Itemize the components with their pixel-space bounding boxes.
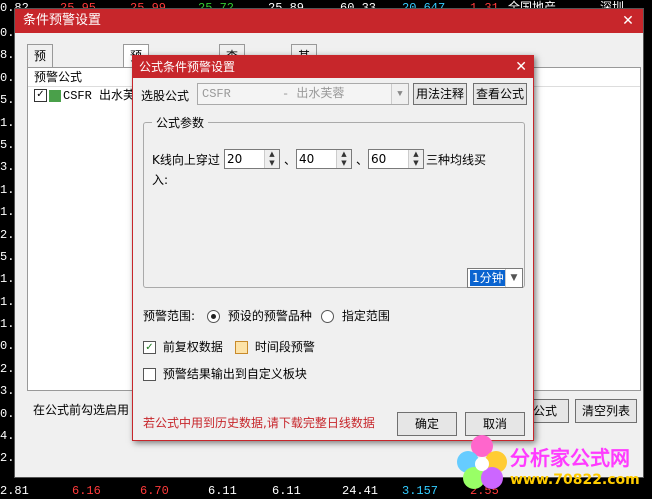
formula-name: - 出水芙蓉 [282, 87, 345, 101]
checkbox-unchecked-icon[interactable] [143, 368, 156, 381]
dialog-titlebar[interactable]: 公式条件预警设置 ✕ [133, 56, 533, 78]
param-stepper-3[interactable]: 60 ▲ ▼ [368, 149, 424, 169]
watermark-title: 分析家公式网 [510, 446, 630, 470]
quote-cell: 2. [0, 451, 15, 466]
quote-cell: 1. [0, 272, 15, 287]
checkbox-time-period[interactable]: 时间段预警 [235, 338, 315, 355]
alert-settings-titlebar[interactable]: 条件预警设置 ✕ [15, 9, 643, 33]
quote-cell: 1. [0, 294, 15, 309]
formula-select[interactable]: CSFR - 出水芙蓉 ▼ [197, 83, 409, 105]
history-data-warning: 若公式中用到历史数据,请下载完整日线数据 [143, 416, 375, 430]
close-icon[interactable]: ✕ [619, 9, 637, 33]
chevron-down-icon[interactable]: ▼ [505, 269, 522, 287]
timeframe-select[interactable]: 1分钟 ▼ [467, 268, 523, 288]
group-title: 公式参数 [152, 114, 209, 131]
checkbox-label: 时间段预警 [254, 340, 315, 354]
quote-cell: 2. [0, 361, 15, 376]
param-text-a: K线向上穿过 [152, 153, 220, 167]
watermark-logo: 分析家公式网 www.70822.com [450, 428, 650, 494]
chevron-down-icon[interactable]: ▼ [391, 84, 408, 104]
quote-cell: 0. [0, 26, 15, 40]
checkbox-label: 预警结果输出到自定义板块 [162, 367, 307, 381]
checkbox-unchecked-icon[interactable] [235, 341, 248, 354]
quote-cell: 5. [0, 137, 15, 152]
clear-list-button[interactable]: 清空列表 [575, 399, 637, 423]
flower-logo-icon [457, 435, 507, 489]
timeframe-value: 1分钟 [470, 270, 506, 286]
quote-cell: 1. [0, 317, 15, 332]
stepper-arrows-icon[interactable]: ▲ ▼ [408, 150, 423, 168]
checkbox-checked-icon[interactable]: ✓ [34, 89, 47, 103]
quote-left-column: 0. 8. 0. 5. 1. 5. 3. 1. 1. 2. 5. 1. 1. 1… [0, 22, 14, 470]
quote-cell: 0. [0, 406, 15, 421]
radio-unselected-icon[interactable] [321, 310, 334, 323]
stepper-arrows-icon[interactable]: ▲ ▼ [264, 150, 279, 168]
window-title: 条件预警设置 [23, 13, 102, 28]
checkbox-label: 前复权数据 [162, 340, 223, 354]
range-label: 预警范围: [143, 309, 196, 323]
quote-cell: 1. [0, 182, 15, 197]
checkbox-checked-icon[interactable]: ✓ [143, 341, 156, 354]
formula-code: CSFR [202, 87, 231, 101]
param-value: 40 [299, 152, 315, 166]
radio-label: 指定范围 [341, 309, 390, 323]
usage-notes-button[interactable]: 用法注释 [413, 83, 467, 105]
quote-cell: 1. [0, 115, 15, 130]
quote-cell: 5. [0, 93, 15, 108]
select-formula-label: 选股公式 [141, 89, 190, 103]
quote-cell: 1. [0, 205, 15, 220]
ok-button[interactable]: 确定 [397, 412, 457, 436]
quote-cell: 8. [0, 48, 15, 63]
stepper-arrows-icon[interactable]: ▲ ▼ [336, 150, 351, 168]
quote-cell: 0. [0, 339, 15, 354]
checkbox-forward-adjust[interactable]: ✓ 前复权数据 [143, 338, 223, 355]
tab-symbols[interactable]: 预警品种设置 [27, 44, 54, 173]
enable-hint: 在公式前勾选启用 [33, 403, 130, 417]
param-stepper-2[interactable]: 40 ▲ ▼ [296, 149, 352, 169]
param-text-b: 三种均线买 [426, 153, 487, 167]
formula-condition-dialog: 公式条件预警设置 ✕ 选股公式 CSFR - 出水芙蓉 ▼ 用法注释 查看公式 … [132, 55, 534, 441]
quote-cell: 3. [0, 160, 15, 175]
quote-cell: 0. [0, 70, 15, 85]
dialog-title: 公式条件预警设置 [139, 60, 236, 74]
param-text-c: 入: [152, 173, 169, 187]
quote-cell: 5. [0, 249, 15, 264]
quote-cell: 3. [0, 384, 15, 399]
radio-label: 预设的预警品种 [227, 309, 312, 323]
param-stepper-1[interactable]: 20 ▲ ▼ [224, 149, 280, 169]
view-formula-button[interactable]: 查看公式 [473, 83, 527, 105]
formula-params-group: 公式参数 K线向上穿过 20 ▲ ▼ 、 40 ▲ ▼ 、 60 ▲ ▼ 三种均线买 … [143, 114, 525, 288]
range-option-custom[interactable]: 指定范围 [321, 307, 390, 324]
quote-cell: 2. [0, 227, 15, 242]
quote-cell: 4. [0, 429, 15, 444]
close-icon[interactable]: ✕ [515, 56, 527, 78]
param-separator: 、 [284, 153, 297, 167]
param-value: 20 [227, 152, 243, 166]
param-separator: 、 [356, 153, 369, 167]
param-value: 60 [371, 152, 387, 166]
radio-selected-icon[interactable] [207, 310, 220, 323]
range-option-preset[interactable]: 预设的预警品种 [207, 307, 312, 324]
formula-icon [49, 89, 61, 102]
checkbox-output-block[interactable]: 预警结果输出到自定义板块 [143, 365, 307, 382]
watermark-url: www.70822.com [510, 472, 640, 488]
